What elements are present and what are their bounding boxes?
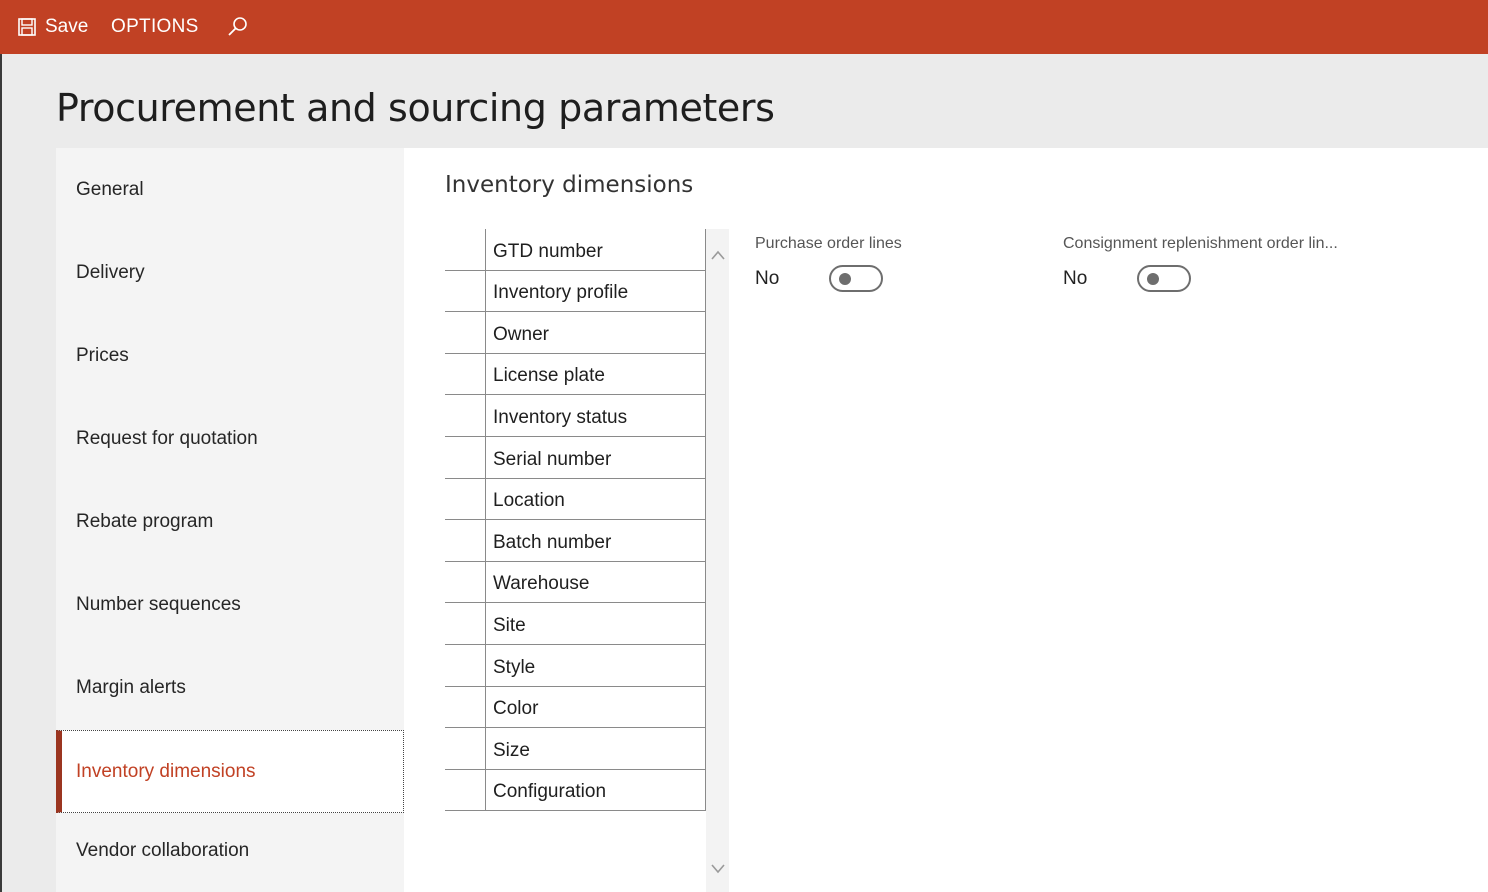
options-label: OPTIONS bbox=[111, 16, 199, 37]
consignment-replenishment-field: Consignment replenishment order lin... N… bbox=[1063, 235, 1338, 292]
dimension-label: Site bbox=[493, 614, 526, 636]
dimension-label: Batch number bbox=[493, 531, 612, 553]
list-item[interactable]: Site bbox=[445, 603, 705, 645]
sidebar-item-label: Number sequences bbox=[76, 593, 241, 615]
main-panel: Inventory dimensions GTD number Inventor… bbox=[404, 148, 1488, 892]
row-selector[interactable] bbox=[445, 436, 486, 478]
sidebar-item-inventory-dimensions[interactable]: Inventory dimensions bbox=[56, 730, 404, 813]
dimension-label: Location bbox=[493, 490, 565, 512]
field-value: No bbox=[755, 267, 780, 289]
list-item[interactable]: GTD number bbox=[445, 229, 705, 271]
sidebar-item-delivery[interactable]: Delivery bbox=[56, 231, 404, 314]
row-selector[interactable] bbox=[445, 312, 486, 353]
list-item[interactable]: Serial number bbox=[445, 436, 705, 479]
row-selector[interactable] bbox=[445, 229, 486, 270]
save-label: Save bbox=[45, 16, 89, 37]
sidebar-item-label: Prices bbox=[76, 344, 129, 366]
search-button[interactable] bbox=[226, 0, 250, 54]
dimension-label: GTD number bbox=[493, 240, 603, 262]
list-item[interactable]: Configuration bbox=[445, 769, 705, 812]
sidebar-nav: General Delivery Prices Request for quot… bbox=[56, 148, 404, 892]
dimension-label: Configuration bbox=[493, 781, 607, 803]
dimension-label: License plate bbox=[493, 365, 605, 387]
row-selector[interactable] bbox=[445, 644, 486, 686]
dimension-label: Owner bbox=[493, 323, 549, 345]
command-bar: Save OPTIONS bbox=[0, 0, 1488, 54]
sidebar-item-general[interactable]: General bbox=[56, 148, 404, 231]
row-selector[interactable] bbox=[445, 395, 486, 436]
list-item[interactable]: Color bbox=[445, 686, 705, 729]
dimension-label: Inventory profile bbox=[493, 282, 629, 304]
sidebar-item-label: General bbox=[76, 178, 144, 200]
row-selector[interactable] bbox=[445, 520, 486, 561]
sidebar-item-label: Margin alerts bbox=[76, 676, 186, 698]
list-item[interactable]: Location bbox=[445, 478, 705, 521]
sidebar-item-label: Request for quotation bbox=[76, 427, 258, 449]
sidebar-item-margin-alerts[interactable]: Margin alerts bbox=[56, 646, 404, 729]
list-item[interactable]: Size bbox=[445, 728, 705, 770]
sidebar-item-rebate-program[interactable]: Rebate program bbox=[56, 480, 404, 563]
dimension-list: GTD number Inventory profile Owner Licen… bbox=[445, 229, 706, 812]
list-item[interactable]: Batch number bbox=[445, 520, 705, 562]
list-item[interactable]: Owner bbox=[445, 312, 705, 354]
toggle-knob bbox=[839, 273, 851, 285]
sidebar-item-label: Rebate program bbox=[76, 510, 214, 532]
dimension-label: Color bbox=[493, 698, 539, 720]
chevron-up-icon[interactable] bbox=[710, 249, 726, 261]
sidebar-item-label: Delivery bbox=[76, 261, 145, 283]
dimension-label: Style bbox=[493, 656, 536, 678]
list-item[interactable]: Style bbox=[445, 644, 705, 687]
sidebar-item-label: Inventory dimensions bbox=[76, 760, 256, 782]
row-selector[interactable] bbox=[445, 561, 486, 603]
list-item[interactable]: Inventory profile bbox=[445, 270, 705, 313]
row-selector[interactable] bbox=[445, 270, 486, 312]
row-selector[interactable] bbox=[445, 353, 486, 395]
search-icon bbox=[228, 17, 247, 36]
dimension-label: Warehouse bbox=[493, 573, 590, 595]
section-title: Inventory dimensions bbox=[445, 172, 694, 198]
toggle-knob bbox=[1147, 273, 1159, 285]
row-selector[interactable] bbox=[445, 603, 486, 644]
purchase-order-lines-field: Purchase order lines No bbox=[755, 235, 902, 292]
list-scrollbar[interactable] bbox=[706, 229, 729, 892]
dimension-label: Size bbox=[493, 739, 530, 761]
list-item[interactable]: License plate bbox=[445, 353, 705, 396]
sidebar-item-number-sequences[interactable]: Number sequences bbox=[56, 563, 404, 646]
list-item[interactable]: Warehouse bbox=[445, 561, 705, 604]
chevron-down-icon[interactable] bbox=[710, 863, 726, 875]
window-edge bbox=[0, 0, 2, 892]
field-label: Purchase order lines bbox=[755, 235, 902, 252]
list-item[interactable]: Inventory status bbox=[445, 395, 705, 437]
dimension-label: Serial number bbox=[493, 448, 612, 470]
sidebar-item-vendor-collaboration[interactable]: Vendor collaboration bbox=[56, 809, 404, 892]
dimension-label: Inventory status bbox=[493, 406, 628, 428]
purchase-order-lines-toggle[interactable] bbox=[829, 265, 883, 292]
save-button[interactable]: Save bbox=[18, 0, 88, 54]
save-icon bbox=[18, 18, 36, 36]
sidebar-item-prices[interactable]: Prices bbox=[56, 314, 404, 397]
sidebar-item-request-for-quotation[interactable]: Request for quotation bbox=[56, 397, 404, 480]
row-selector[interactable] bbox=[445, 728, 486, 769]
page-title: Procurement and sourcing parameters bbox=[56, 86, 775, 130]
row-selector[interactable] bbox=[445, 769, 486, 811]
consignment-replenishment-toggle[interactable] bbox=[1137, 265, 1191, 292]
options-button[interactable]: OPTIONS bbox=[111, 0, 199, 54]
row-selector[interactable] bbox=[445, 478, 486, 520]
field-label: Consignment replenishment order lin... bbox=[1063, 235, 1338, 252]
row-selector[interactable] bbox=[445, 686, 486, 728]
field-value: No bbox=[1063, 267, 1088, 289]
sidebar-item-label: Vendor collaboration bbox=[76, 839, 250, 861]
